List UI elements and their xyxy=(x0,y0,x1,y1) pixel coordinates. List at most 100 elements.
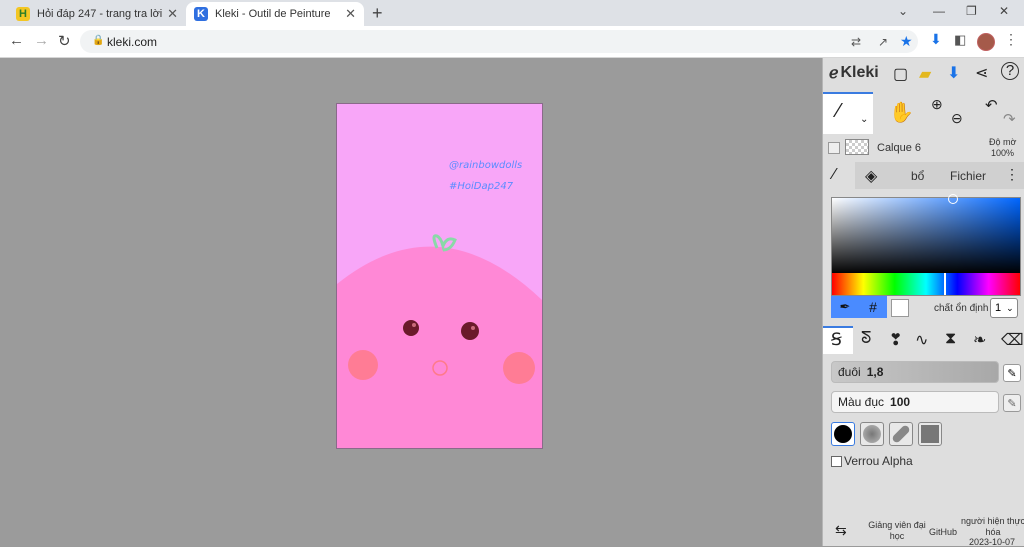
layer-opacity-value: 100% xyxy=(991,148,1015,158)
share-icon[interactable]: ↗ xyxy=(878,35,888,49)
tab-kleki[interactable]: K Kleki - Outil de Peinture ✕ xyxy=(186,2,364,26)
panel-footer: ⇆ Giảng viên đại học GitHub người hiện t… xyxy=(823,516,1024,547)
alpha-lock-checkbox[interactable] xyxy=(831,456,842,467)
eyedropper-icon: ✒ xyxy=(839,299,851,314)
chemy-brush-icon[interactable]: ⧗ xyxy=(945,330,956,348)
brush-tool-button[interactable]: ⁄ ⌄ xyxy=(823,92,873,134)
url-field[interactable]: 🔒 kleki.com ⇄ ↗ ★ xyxy=(80,30,918,53)
smudge-brush-icon[interactable]: ❧ xyxy=(973,330,986,350)
translate-icon[interactable]: ⇄ xyxy=(851,35,861,49)
hue-cursor[interactable] xyxy=(944,273,946,295)
kleki-logo-text: Kleki xyxy=(840,64,879,81)
layer-name[interactable]: Calque 6 xyxy=(877,142,921,154)
bookmark-star-icon[interactable]: ★ xyxy=(900,33,913,50)
drawing-canvas[interactable]: @rainbowdolls #HoiDap247 xyxy=(336,103,543,449)
layers-icon[interactable]: ◈ xyxy=(865,166,877,186)
new-image-icon[interactable]: ▢ xyxy=(893,64,908,84)
pen-shape-chalk-button[interactable] xyxy=(889,422,913,446)
alpha-lock-label[interactable]: Verrou Alpha xyxy=(844,454,913,468)
pixel-brush-icon[interactable]: ∿ xyxy=(915,330,928,350)
pen-pressure-icon: ✎ xyxy=(1007,397,1017,410)
brush-opacity-slider[interactable]: Màu đục 100 xyxy=(831,391,999,413)
address-bar: ← → ↻ 🔒 kleki.com ⇄ ↗ ★ ⬇ ◧ ⋮ xyxy=(0,26,1024,58)
pen-brush-button[interactable]: Ꞩ xyxy=(823,326,853,354)
download-icon[interactable]: ⬇ xyxy=(930,31,942,48)
lock-icon: 🔒 xyxy=(92,35,105,46)
back-icon[interactable]: ← xyxy=(9,32,24,49)
stabilizer-label: chất ổn định xyxy=(934,303,989,314)
profile-avatar[interactable] xyxy=(977,33,995,51)
kleki-logo: ℯ Kleki xyxy=(829,63,879,83)
chalk-shape-icon xyxy=(891,424,911,444)
color-cursor[interactable] xyxy=(948,194,958,204)
sketchy-brush-icon[interactable]: ❣ xyxy=(889,330,902,350)
brush-size-value: 1,8 xyxy=(866,365,884,379)
hue-slider[interactable] xyxy=(831,273,1021,296)
brush-opacity-value: 100 xyxy=(890,395,911,409)
close-tab-icon[interactable]: ✕ xyxy=(345,6,356,22)
pen-brush-icon: Ꞩ xyxy=(831,330,842,349)
undo-icon[interactable]: ↶ xyxy=(985,96,998,114)
blend-brush-icon[interactable]: ᘕ xyxy=(861,330,871,348)
color-saturation-field[interactable] xyxy=(831,194,1021,275)
tutorials-link[interactable]: Giảng viên đại học xyxy=(863,520,931,542)
restore-icon[interactable]: ❐ xyxy=(966,4,977,18)
save-download-icon[interactable]: ⬇ xyxy=(947,63,960,83)
brush-icon: ⁄ xyxy=(833,166,836,183)
credits-link[interactable]: người hiện thực hóa xyxy=(961,516,1024,538)
soft-circle-icon xyxy=(863,425,881,443)
tool-panel: ℯ Kleki ▢ ▰ ⬇ ⋖ ? ⁄ ⌄ ✋ ⊕ ⊖ ↶ ↷ Calque 6… xyxy=(822,58,1024,547)
tab-bar: H Hỏi đáp 247 - trang tra lời ✕ K Kleki … xyxy=(0,0,1024,26)
github-link[interactable]: GitHub xyxy=(929,527,957,537)
hex-input-button[interactable]: # xyxy=(859,296,887,318)
side-panel-icon[interactable]: ◧ xyxy=(954,32,966,48)
tab-adjust[interactable]: bổ xyxy=(911,169,924,183)
more-options-icon[interactable]: ⋮ xyxy=(1005,166,1019,183)
brush-size-label: đuôi xyxy=(838,365,861,379)
stabilizer-value: 1 xyxy=(995,302,1002,314)
zoom-out-icon[interactable]: ⊖ xyxy=(951,110,963,127)
zoom-in-icon[interactable]: ⊕ xyxy=(931,96,943,113)
pen-shape-square-button[interactable] xyxy=(918,422,942,446)
layer-opacity-label: Độ mờ xyxy=(989,137,1017,147)
pen-shape-circle-button[interactable] xyxy=(831,422,855,446)
chevron-down-icon[interactable]: ⌄ xyxy=(860,114,868,125)
eraser-icon[interactable]: ⌫ xyxy=(1001,330,1024,350)
chevron-down-icon: ⌄ xyxy=(1006,302,1014,313)
layer-thumbnail[interactable] xyxy=(845,139,869,155)
brush-size-slider[interactable]: đuôi 1,8 xyxy=(831,361,999,383)
swap-panel-side-icon[interactable]: ⇆ xyxy=(835,522,847,539)
panel-tabs: ⁄ ◈ bổ Fichier ⋮ xyxy=(823,162,1024,189)
help-icon[interactable]: ? xyxy=(1001,62,1019,80)
brush-type-row: Ꞩ ᘕ ❣ ∿ ⧗ ❧ ⌫ xyxy=(823,326,1024,354)
reload-icon[interactable]: ↻ xyxy=(58,32,71,50)
close-tab-icon[interactable]: ✕ xyxy=(167,6,178,22)
hand-tool-icon[interactable]: ✋ xyxy=(889,100,914,125)
menu-icon[interactable]: ⋮ xyxy=(1004,31,1018,48)
tab-brush[interactable]: ⁄ xyxy=(823,162,855,189)
eyedropper-button[interactable]: ✒ xyxy=(831,296,859,318)
pen-pressure-opacity-toggle[interactable]: ✎ xyxy=(1003,394,1021,412)
stabilizer-select[interactable]: 1 ⌄ xyxy=(990,298,1018,318)
share-icon[interactable]: ⋖ xyxy=(975,63,988,83)
kleki-logo-icon: ℯ xyxy=(829,65,839,82)
close-window-icon[interactable]: ✕ xyxy=(999,4,1009,18)
watermark-text-1: @rainbowdolls xyxy=(449,160,523,171)
brush-icon: ⁄ xyxy=(837,100,841,122)
circle-shape-icon xyxy=(834,425,852,443)
pen-shape-soft-button[interactable] xyxy=(860,422,884,446)
redo-icon[interactable]: ↷ xyxy=(1003,110,1016,128)
tab-hoidap[interactable]: H Hỏi đáp 247 - trang tra lời ✕ xyxy=(8,2,186,26)
canvas-artwork xyxy=(337,234,542,448)
tab-file[interactable]: Fichier xyxy=(950,169,986,183)
tab-search-icon[interactable]: ⌄ xyxy=(898,4,908,18)
layer-visibility-checkbox[interactable] xyxy=(828,142,840,154)
forward-icon[interactable]: → xyxy=(34,32,49,49)
watermark-text-2: #HoiDap247 xyxy=(449,181,514,192)
new-tab-icon[interactable]: + xyxy=(372,3,383,24)
secondary-color-swatch[interactable] xyxy=(891,299,909,317)
open-folder-icon[interactable]: ▰ xyxy=(919,64,931,84)
tab-title: Hỏi đáp 247 - trang tra lời xyxy=(37,8,163,20)
pen-pressure-size-toggle[interactable]: ✎ xyxy=(1003,364,1021,382)
minimize-icon[interactable]: — xyxy=(933,4,945,18)
